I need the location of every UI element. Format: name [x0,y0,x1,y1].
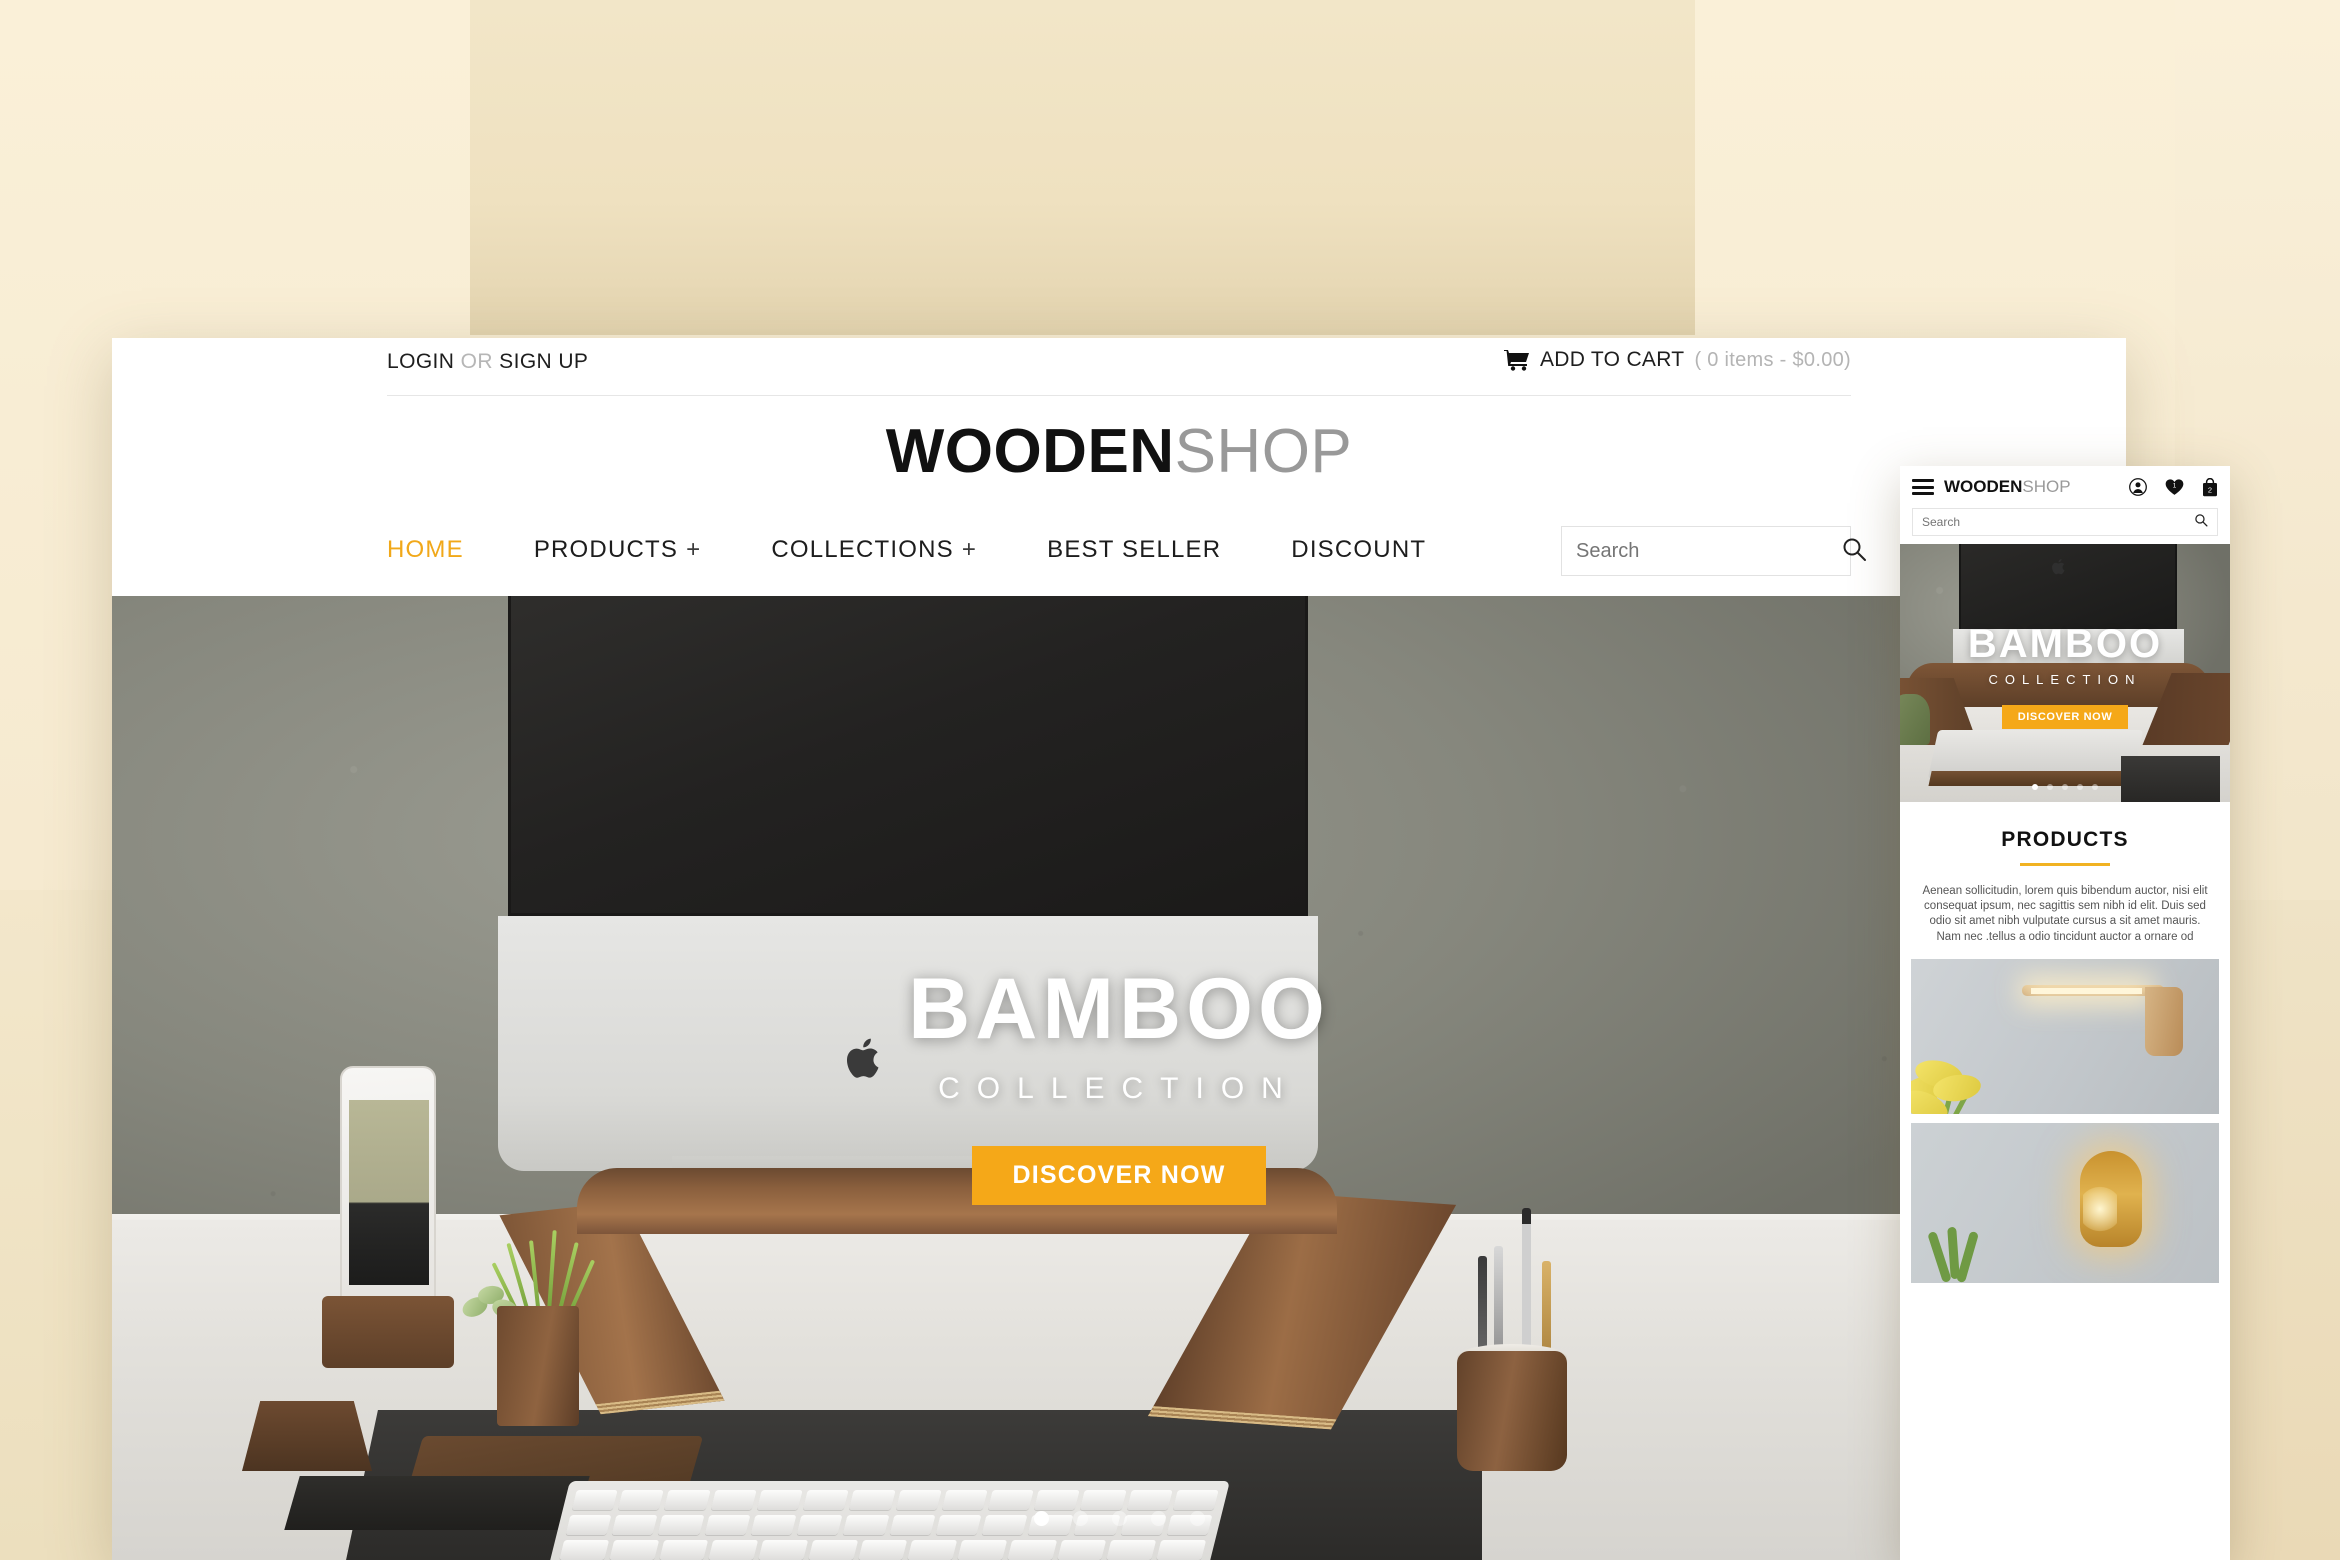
wishlist-count: 1 [2173,483,2177,490]
mobile-hero-carousel[interactable]: BAMBOO COLLECTION DISCOVER NOW [1900,544,2230,802]
auth-or-label: OR [460,350,493,373]
mobile-products-section: PRODUCTS Aenean sollicitudin, lorem quis… [1900,802,2230,945]
wooden-planter [497,1306,579,1426]
mobile-discover-now-button[interactable]: DISCOVER NOW [2001,705,2129,729]
search-box[interactable] [1561,526,1866,576]
nav-label-products: PRODUCTS [533,536,679,563]
mobile-hero-title: BAMBOO [1967,622,2163,666]
user-account-icon[interactable] [2129,478,2147,496]
wooden-phone-dock [322,1296,454,1368]
hamburger-menu-icon[interactable] [1912,479,1934,495]
nav-expand-plus-products: + [686,536,702,563]
mobile-carousel-dot-5[interactable] [2092,784,2098,790]
main-navigation: HOME PRODUCTS + COLLECTIONS + BEST SELLER … [112,508,2126,596]
mobile-header: WOODENSHOP 1 2 [1900,466,2230,508]
desktop-browser-mockup: LOGIN OR SIGN UP ADD TO CART ( 0 items -… [112,338,2126,1560]
carousel-dot-1[interactable] [1033,1511,1049,1526]
cart-label: ADD TO CART [1539,348,1685,371]
nav-item-home[interactable]: HOME [387,526,464,574]
nav-item-products[interactable]: PRODUCTS + [534,526,702,574]
signup-link[interactable]: SIGN UP [499,350,588,373]
heart-icon[interactable]: 1 [2165,478,2184,496]
products-body-text: Aenean sollicitudin, lorem quis bibendum… [1922,885,2208,943]
search-input[interactable] [1576,539,1841,563]
carousel-dot-4[interactable] [1150,1511,1166,1526]
carousel-dots[interactable] [112,1511,2126,1526]
products-heading: PRODUCTS [2001,828,2129,851]
heading-underline [2020,863,2110,866]
mobile-hero-subtitle: COLLECTION [1988,672,2142,687]
cart-summary[interactable]: ADD TO CART ( 0 items - $0.00) [1503,348,1851,372]
mobile-logo-thin-part: SHOP [2022,477,2071,496]
nav-label-collections: COLLECTIONS [771,536,954,563]
nav-label-discount: DISCOUNT [1291,536,1427,563]
auth-links: LOGIN OR SIGN UP [387,350,588,374]
background-panel-left-lower [0,890,115,1560]
login-link[interactable]: LOGIN [387,350,454,373]
nav-expand-plus-collections: + [961,536,978,563]
mobile-carousel-dot-2[interactable] [2047,784,2053,790]
nav-label-best-seller: BEST SELLER [1047,536,1222,563]
hero-title: BAMBOO [908,961,1330,1057]
mobile-imac-display [1959,544,2178,632]
logo-bold-part: WOODEN [885,417,1175,486]
mobile-search-box[interactable] [1912,508,2218,536]
nav-item-best-seller[interactable]: BEST SELLER [1047,526,1221,574]
mobile-carousel-dot-4[interactable] [2077,784,2083,790]
bag-count: 2 [2208,485,2212,494]
shopping-bag-icon[interactable]: 2 [2202,477,2218,497]
mobile-carousel-dot-1[interactable] [2032,784,2038,790]
mobile-carousel-dots[interactable] [1900,784,2230,790]
carousel-dot-2[interactable] [1072,1511,1088,1526]
logo-thin-part: SHOP [1174,417,1353,486]
carousel-dot-3[interactable] [1111,1511,1127,1526]
hero-subtitle: COLLECTION [938,1072,1300,1105]
mobile-logo-bold-part: WOODEN [1944,477,2023,496]
nav-item-discount[interactable]: DISCOUNT [1291,526,1426,574]
wooden-pen-cup [1457,1351,1567,1471]
hero-copy: BAMBOO COLLECTION DISCOVER NOW [112,966,2126,1205]
mobile-hero-copy: BAMBOO COLLECTION DISCOVER NOW [1900,624,2230,729]
imac-display [508,596,1308,916]
hero-carousel[interactable]: BAMBOO COLLECTION DISCOVER NOW [112,596,2126,1560]
shopping-cart-icon [1503,349,1530,371]
mobile-search-input[interactable] [1922,515,2194,529]
mobile-desk-mat [2121,755,2221,802]
lamp-wooden-elbow [2145,986,2184,1057]
discover-now-button[interactable]: DISCOVER NOW [972,1146,1266,1205]
magnifier-icon[interactable] [1841,536,1867,567]
green-leaves [1927,1213,1989,1283]
background-band-center [470,0,1695,335]
site-logo[interactable]: WOODENSHOP [112,396,2126,508]
wooden-bowl [242,1401,372,1471]
apple-logo-icon [2051,558,2065,575]
carousel-dot-5[interactable] [1189,1511,1205,1526]
cart-meta: ( 0 items - $0.00) [1694,348,1851,371]
mobile-site-logo[interactable]: WOODENSHOP [1944,477,2071,497]
nav-item-collections[interactable]: COLLECTIONS + [771,526,977,574]
utility-bar: LOGIN OR SIGN UP ADD TO CART ( 0 items -… [112,338,2126,396]
nav-label-home: HOME [387,536,464,563]
mobile-carousel-dot-3[interactable] [2062,784,2068,790]
magnifier-icon[interactable] [2194,513,2208,532]
